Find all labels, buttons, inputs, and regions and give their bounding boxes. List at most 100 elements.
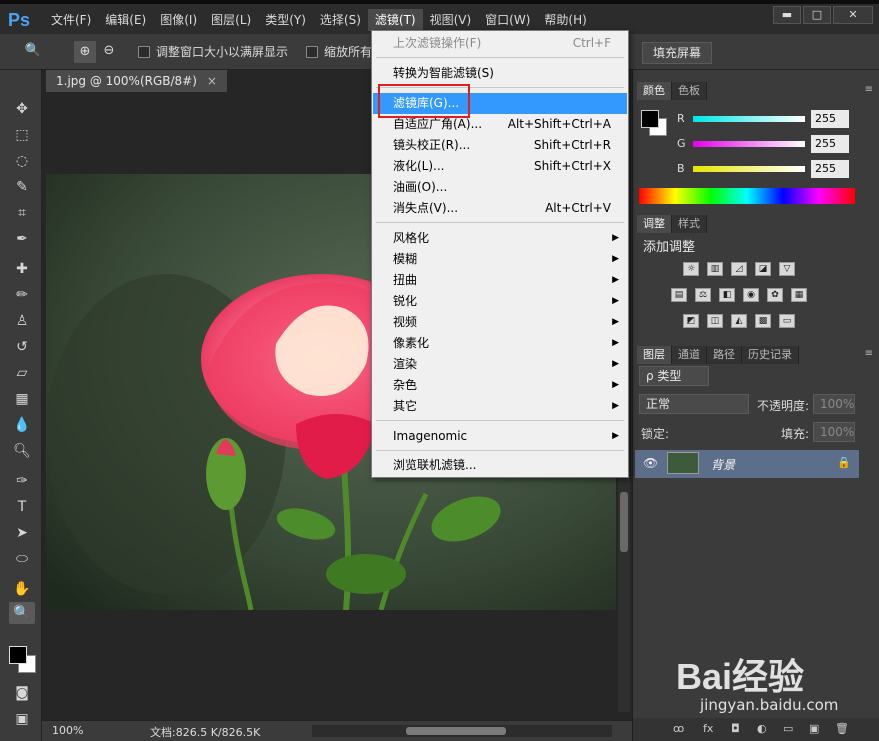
layer-row-background[interactable]: 👁 背景 🔒 xyxy=(635,450,859,478)
gradient-tool-icon[interactable]: ▦ xyxy=(9,388,35,410)
color-lookup-icon[interactable]: ▦ xyxy=(791,288,807,302)
zoom-level[interactable]: 100% xyxy=(52,724,83,737)
blue-value[interactable]: 255 xyxy=(811,160,849,178)
foreground-color-swatch[interactable] xyxy=(9,646,27,664)
hand-tool-icon[interactable]: ✋ xyxy=(9,578,35,600)
brightness-contrast-icon[interactable]: ☼ xyxy=(683,262,699,276)
menu-item-blur[interactable]: 模糊 ▶ xyxy=(373,249,627,270)
red-value[interactable]: 255 xyxy=(811,110,849,128)
gradient-map-icon[interactable]: ▭ xyxy=(779,314,795,328)
zoom-all-checkbox[interactable] xyxy=(306,46,318,58)
menu-item-sharpen[interactable]: 锐化 ▶ xyxy=(373,291,627,312)
tab-color[interactable]: 颜色 xyxy=(637,82,672,100)
type-tool-icon[interactable]: T xyxy=(9,496,35,518)
menu-select[interactable]: 选择(S) xyxy=(313,9,368,31)
menu-help[interactable]: 帮助(H) xyxy=(537,9,593,31)
color-panel-menu-icon[interactable]: ≡ xyxy=(865,84,873,95)
ellipse-tool-icon[interactable]: ⬭ xyxy=(9,548,35,570)
fit-window-option[interactable]: 调整窗口大小以满屏显示 xyxy=(138,42,288,62)
fit-window-checkbox[interactable] xyxy=(138,46,150,58)
visibility-eye-icon[interactable]: 👁 xyxy=(643,456,658,470)
curves-icon[interactable]: ◿ xyxy=(731,262,747,276)
menu-item-video[interactable]: 视频 ▶ xyxy=(373,312,627,333)
horizontal-scrollbar[interactable] xyxy=(312,725,612,737)
menu-type[interactable]: 类型(Y) xyxy=(258,9,313,31)
selective-color-icon[interactable]: ▩ xyxy=(755,314,771,328)
layers-panel-menu-icon[interactable]: ≡ xyxy=(865,348,873,359)
green-slider[interactable] xyxy=(693,141,805,147)
menu-item-stylize[interactable]: 风格化 ▶ xyxy=(373,228,627,249)
black-white-icon[interactable]: ◧ xyxy=(719,288,735,302)
blur-tool-icon[interactable]: 💧 xyxy=(9,414,35,436)
close-button[interactable]: ✕ xyxy=(833,6,873,24)
menu-item-browse-online-filters[interactable]: 浏览联机滤镜... xyxy=(373,455,627,476)
levels-icon[interactable]: ▥ xyxy=(707,262,723,276)
color-panel-foreground-swatch[interactable] xyxy=(641,110,659,128)
tab-history[interactable]: 历史记录 xyxy=(742,346,799,364)
brush-tool-icon[interactable]: ✏ xyxy=(9,284,35,306)
channel-mixer-icon[interactable]: ✿ xyxy=(767,288,783,302)
minimize-button[interactable]: ▬ xyxy=(773,6,801,24)
menu-item-pixelate[interactable]: 像素化 ▶ xyxy=(373,333,627,354)
menu-item-distort[interactable]: 扭曲 ▶ xyxy=(373,270,627,291)
menu-image[interactable]: 图像(I) xyxy=(153,9,204,31)
tab-channels[interactable]: 通道 xyxy=(672,346,707,364)
crop-tool-icon[interactable]: ⌗ xyxy=(9,202,35,224)
menu-item-imagenomic[interactable]: Imagenomic ▶ xyxy=(373,426,627,447)
path-selection-tool-icon[interactable]: ➤ xyxy=(9,522,35,544)
menu-item-other[interactable]: 其它 ▶ xyxy=(373,396,627,417)
quick-selection-tool-icon[interactable]: ✎ xyxy=(9,176,35,198)
tab-swatches[interactable]: 色板 xyxy=(672,82,707,100)
healing-brush-tool-icon[interactable]: ✚ xyxy=(9,258,35,280)
menu-item-render[interactable]: 渲染 ▶ xyxy=(373,354,627,375)
blend-mode-select[interactable]: 正常 xyxy=(639,394,749,414)
zoom-out-icon[interactable]: ⊖ xyxy=(98,41,120,63)
menu-window[interactable]: 窗口(W) xyxy=(478,9,537,31)
screen-mode-icon[interactable]: ▣ xyxy=(9,708,35,730)
layer-filter-select[interactable]: ρ 类型 xyxy=(639,366,709,386)
exposure-icon[interactable]: ◪ xyxy=(755,262,771,276)
pen-tool-icon[interactable]: ✑ xyxy=(9,470,35,492)
eyedropper-tool-icon[interactable]: ✒ xyxy=(9,228,35,250)
green-value[interactable]: 255 xyxy=(811,135,849,153)
color-spectrum[interactable] xyxy=(639,188,855,204)
vibrance-icon[interactable]: ▽ xyxy=(779,262,795,276)
vertical-scroll-thumb[interactable] xyxy=(620,492,628,552)
threshold-icon[interactable]: ◭ xyxy=(731,314,747,328)
opacity-input[interactable]: 100% xyxy=(813,394,855,414)
menu-item-lens-correction[interactable]: 镜头校正(R)... Shift+Ctrl+R xyxy=(373,135,627,156)
move-tool-icon[interactable]: ✥ xyxy=(9,98,35,120)
history-brush-tool-icon[interactable]: ↺ xyxy=(9,336,35,358)
menu-item-vanishing-point[interactable]: 消失点(V)... Alt+Ctrl+V xyxy=(373,198,627,219)
zoom-in-icon[interactable]: ⊕ xyxy=(74,41,96,63)
tab-close-icon[interactable]: × xyxy=(207,74,217,88)
menu-item-last-filter[interactable]: 上次滤镜操作(F) Ctrl+F xyxy=(373,33,627,54)
tab-paths[interactable]: 路径 xyxy=(707,346,742,364)
blue-slider[interactable] xyxy=(693,166,805,172)
menu-item-liquify[interactable]: 液化(L)... Shift+Ctrl+X xyxy=(373,156,627,177)
photo-filter-icon[interactable]: ◉ xyxy=(743,288,759,302)
posterize-icon[interactable]: ◫ xyxy=(707,314,723,328)
menu-item-noise[interactable]: 杂色 ▶ xyxy=(373,375,627,396)
clone-stamp-tool-icon[interactable]: ♙ xyxy=(9,310,35,332)
tab-layers[interactable]: 图层 xyxy=(637,346,672,364)
menu-item-oil-paint[interactable]: 油画(O)... xyxy=(373,177,627,198)
menu-file[interactable]: 文件(F) xyxy=(44,9,98,31)
fill-screen-button[interactable]: 填充屏幕 xyxy=(642,42,713,64)
hue-saturation-icon[interactable]: ▤ xyxy=(671,288,687,302)
fill-input[interactable]: 100% xyxy=(813,422,855,442)
tab-styles[interactable]: 样式 xyxy=(672,215,707,233)
zoom-all-option[interactable]: 缩放所有 xyxy=(306,42,372,62)
marquee-tool-icon[interactable]: ⬚ xyxy=(9,124,35,146)
document-tab[interactable]: 1.jpg @ 100%(RGB/8#) × xyxy=(46,70,227,92)
menu-edit[interactable]: 编辑(E) xyxy=(98,9,153,31)
zoom-tool-icon[interactable]: 🔍 xyxy=(9,602,35,624)
menu-item-convert-smart-filters[interactable]: 转换为智能滤镜(S) xyxy=(373,63,627,84)
horizontal-scroll-thumb[interactable] xyxy=(406,727,506,735)
menu-view[interactable]: 视图(V) xyxy=(423,9,479,31)
lasso-tool-icon[interactable]: ◌ xyxy=(9,150,35,172)
red-slider[interactable] xyxy=(693,116,805,122)
zoom-preset-icon[interactable]: 🔍 xyxy=(22,41,44,63)
restore-button[interactable]: □ xyxy=(803,6,831,24)
color-balance-icon[interactable]: ⚖ xyxy=(695,288,711,302)
